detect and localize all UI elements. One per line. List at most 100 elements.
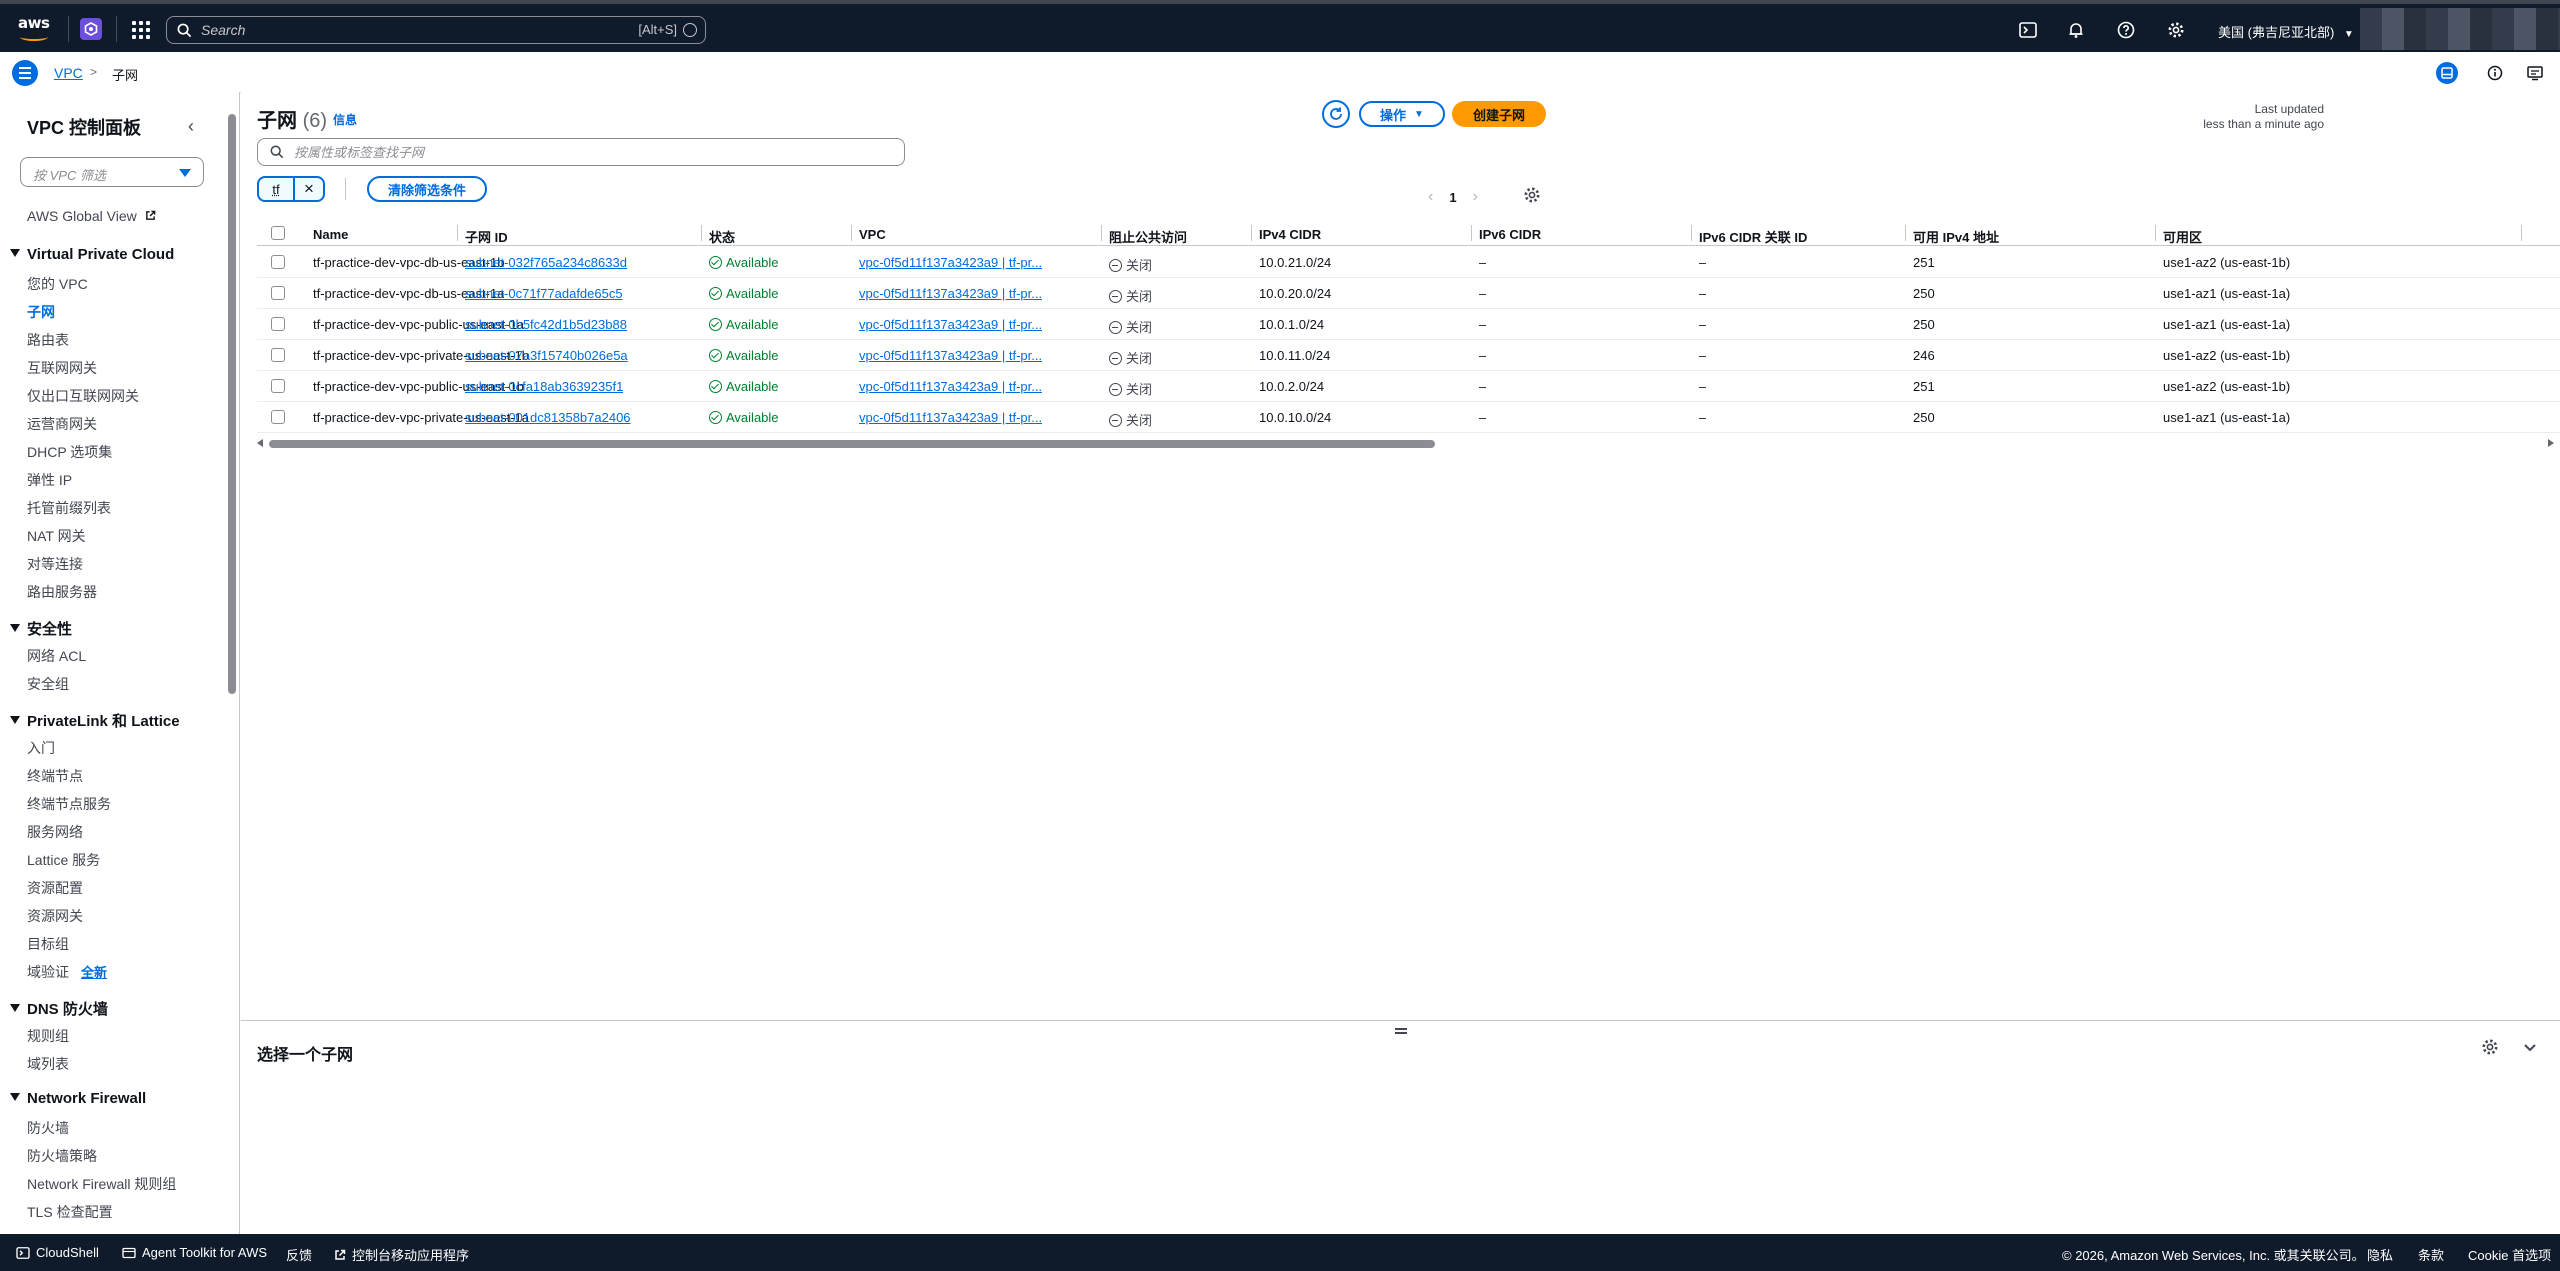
sidebar-item-route-servers[interactable]: 路由服务器	[27, 582, 97, 602]
row-checkbox[interactable]	[271, 348, 285, 362]
table-horizontal-scrollbar[interactable]	[257, 439, 2560, 449]
info-link[interactable]: 信息	[333, 111, 357, 128]
sidebar-item-tls-inspection[interactable]: TLS 检查配置	[27, 1202, 113, 1222]
cell-vpc-link[interactable]: vpc-0f5d11f137a3423a9 | tf-pr...	[859, 317, 1042, 332]
sidenav-scrollbar[interactable]	[227, 100, 237, 1230]
info-panel-icon[interactable]	[2484, 62, 2506, 84]
row-checkbox[interactable]	[271, 317, 285, 331]
cell-vpc-link[interactable]: vpc-0f5d11f137a3423a9 | tf-pr...	[859, 286, 1042, 301]
help-icon[interactable]	[2116, 20, 2136, 40]
remove-token-close-icon[interactable]: ×	[293, 178, 323, 200]
sidebar-item-route-tables[interactable]: 路由表	[27, 330, 69, 350]
sidebar-item-carrier-gateways[interactable]: 运营商网关	[27, 414, 97, 434]
sidenav-close-icon[interactable]: ‹	[188, 116, 194, 137]
column-header-status[interactable]: 状态	[709, 220, 735, 246]
footer-cloudshell[interactable]: CloudShell	[16, 1245, 99, 1260]
column-header-available-ipv4[interactable]: 可用 IPv4 地址	[1913, 220, 1999, 246]
sidebar-item-domain-verification[interactable]: 域验证 全新	[27, 962, 107, 982]
subnet-search-input[interactable]	[294, 143, 874, 161]
aws-logo[interactable]: aws	[18, 14, 52, 44]
sidebar-item-prefix-lists[interactable]: 托管前缀列表	[27, 498, 111, 518]
global-search-input[interactable]	[201, 20, 581, 40]
sidebar-item-rule-groups[interactable]: 规则组	[27, 1026, 69, 1046]
sidebar-item-service-networks[interactable]: 服务网络	[27, 822, 83, 842]
footer-terms-link[interactable]: 条款	[2418, 1245, 2444, 1264]
settings-gear-icon[interactable]	[2166, 20, 2186, 40]
column-header-subnet-id[interactable]: 子网 ID	[465, 220, 508, 246]
notifications-bell-icon[interactable]	[2066, 20, 2086, 40]
table-preferences-gear-icon[interactable]	[1523, 186, 1545, 208]
row-checkbox[interactable]	[271, 410, 285, 424]
footer-cookie-preferences-link[interactable]: Cookie 首选项	[2468, 1245, 2551, 1264]
split-panel-gear-icon[interactable]	[2481, 1038, 2503, 1060]
cell-vpc-link[interactable]: vpc-0f5d11f137a3423a9 | tf-pr...	[859, 348, 1042, 363]
sidebar-item-peering[interactable]: 对等连接	[27, 554, 83, 574]
row-checkbox[interactable]	[271, 286, 285, 300]
table-row[interactable]: tf-practice-dev-vpc-public-us-east-1a sub…	[257, 309, 2560, 340]
table-row[interactable]: tf-practice-dev-vpc-private-us-east-1b su…	[257, 340, 2560, 371]
cloudshell-icon[interactable]	[2018, 20, 2038, 40]
table-row[interactable]: tf-practice-dev-vpc-private-us-east-1a su…	[257, 402, 2560, 433]
page-number[interactable]: 1	[1449, 190, 1456, 205]
cell-vpc-link[interactable]: vpc-0f5d11f137a3423a9 | tf-pr...	[859, 255, 1042, 270]
region-selector[interactable]: 美国 (弗吉尼亚北部) ▼	[2218, 22, 2354, 41]
sidebar-section-vpc[interactable]: Virtual Private Cloud	[10, 246, 174, 263]
sidebar-item-subnets[interactable]: 子网	[27, 302, 55, 322]
table-row[interactable]: tf-practice-dev-vpc-db-us-east-1a subnet-…	[257, 278, 2560, 309]
column-header-vpc[interactable]: VPC	[859, 220, 886, 246]
create-subnet-button[interactable]: 创建子网	[1452, 101, 1546, 127]
cell-subnet-id-link[interactable]: subnet-0b5fc42d1b5d23b88	[465, 317, 627, 332]
sidebar-item-resource-gateways[interactable]: 资源网关	[27, 906, 83, 926]
sidebar-item-lattice-services[interactable]: Lattice 服务	[27, 850, 100, 870]
sidebar-item-resource-configs[interactable]: 资源配置	[27, 878, 83, 898]
row-checkbox[interactable]	[271, 379, 285, 393]
footer-feedback[interactable]: 反馈	[286, 1245, 312, 1264]
column-header-ipv6-association-id[interactable]: IPv6 CIDR 关联 ID	[1699, 220, 1807, 246]
footer-agent-toolkit[interactable]: Agent Toolkit for AWS	[122, 1245, 267, 1260]
table-filter[interactable]	[257, 138, 905, 166]
row-checkbox[interactable]	[271, 255, 285, 269]
filter-token[interactable]: tf ×	[257, 176, 325, 202]
previous-page-chevron-left-icon[interactable]: ‹	[1428, 188, 1433, 206]
split-panel-toggle-icon[interactable]	[2436, 62, 2458, 84]
vpc-filter-select[interactable]: 按 VPC 筛选	[20, 157, 204, 187]
clear-filters-button[interactable]: 清除筛选条件	[367, 176, 487, 202]
table-row[interactable]: tf-practice-dev-vpc-public-us-east-1b sub…	[257, 371, 2560, 402]
cell-subnet-id-link[interactable]: subnet-0c71f77adafde65c5	[465, 286, 623, 301]
sidebar-item-nat-gateways[interactable]: NAT 网关	[27, 526, 86, 546]
sidebar-item-endpoint-services[interactable]: 终端节点服务	[27, 794, 111, 814]
breadcrumb-vpc-link[interactable]: VPC	[54, 65, 83, 81]
actions-dropdown-button[interactable]: 操作 ▼	[1359, 101, 1445, 127]
column-header-ipv4-cidr[interactable]: IPv4 CIDR	[1259, 220, 1321, 246]
sidebar-item-elastic-ips[interactable]: 弹性 IP	[27, 470, 72, 490]
sidebar-item-endpoints[interactable]: 终端节点	[27, 766, 83, 786]
account-menu[interactable]	[2360, 8, 2560, 50]
sidebar-item-egress-gateways[interactable]: 仅出口互联网网关	[27, 386, 139, 406]
sidebar-item-internet-gateways[interactable]: 互联网网关	[27, 358, 97, 378]
menu-hamburger-icon[interactable]	[12, 60, 38, 86]
footer-mobile-app[interactable]: 控制台移动应用程序	[334, 1245, 469, 1264]
footer-privacy-link[interactable]: 隐私	[2367, 1245, 2393, 1264]
select-all-checkbox[interactable]	[271, 226, 285, 240]
scroll-left-icon[interactable]	[257, 439, 263, 447]
sidebar-item-your-vpcs[interactable]: 您的 VPC	[27, 274, 88, 294]
cell-subnet-id-link[interactable]: subnet-001dc81358b7a2406	[465, 410, 631, 425]
sidebar-item-domain-lists[interactable]: 域列表	[27, 1054, 69, 1074]
sidebar-item-network-acls[interactable]: 网络 ACL	[27, 646, 86, 666]
cell-subnet-id-link[interactable]: subnet-0cfa18ab3639235f1	[465, 379, 623, 394]
sidebar-section-network-firewall[interactable]: Network Firewall	[10, 1090, 146, 1107]
sidebar-item-firewall-rule-groups[interactable]: Network Firewall 规则组	[27, 1174, 176, 1194]
cell-subnet-id-link[interactable]: subnet-032f765a234c8633d	[465, 255, 627, 270]
column-header-ipv6-cidr[interactable]: IPv6 CIDR	[1479, 220, 1541, 246]
resize-handle-icon[interactable]	[1395, 1028, 1407, 1034]
vpc-service-icon[interactable]	[80, 18, 102, 40]
column-header-name[interactable]: Name	[313, 220, 348, 246]
sidebar-section-security[interactable]: 安全性	[10, 618, 72, 639]
sidebar-item-security-groups[interactable]: 安全组	[27, 674, 69, 694]
refresh-button[interactable]	[1322, 100, 1350, 128]
cell-vpc-link[interactable]: vpc-0f5d11f137a3423a9 | tf-pr...	[859, 410, 1042, 425]
sidebar-item-firewall-policies[interactable]: 防火墙策略	[27, 1146, 97, 1166]
cell-subnet-id-link[interactable]: subnet-07a3f15740b026e5a	[465, 348, 628, 363]
table-row[interactable]: tf-practice-dev-vpc-db-us-east-1b subnet-…	[257, 247, 2560, 278]
cell-vpc-link[interactable]: vpc-0f5d11f137a3423a9 | tf-pr...	[859, 379, 1042, 394]
